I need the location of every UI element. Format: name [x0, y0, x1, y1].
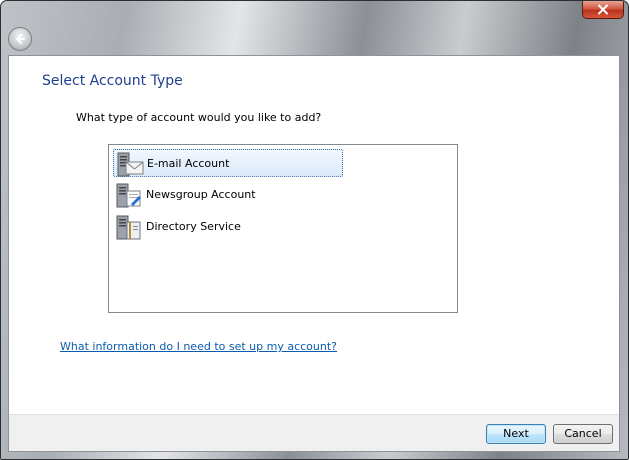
- directory-server-icon: [115, 214, 145, 242]
- email-server-icon: [116, 151, 146, 179]
- back-button[interactable]: [8, 27, 32, 51]
- list-item-newsgroup-account[interactable]: Newsgroup Account: [113, 181, 343, 209]
- page-title: Select Account Type: [42, 73, 183, 89]
- cancel-button[interactable]: Cancel: [553, 424, 613, 444]
- list-item-directory-service[interactable]: Directory Service: [113, 213, 343, 241]
- newsgroup-server-icon: [115, 182, 145, 210]
- button-bar: Next Cancel: [9, 414, 619, 451]
- list-item-label: Newsgroup Account: [146, 188, 256, 201]
- next-button[interactable]: Next: [486, 424, 546, 444]
- dialog-window: Select Account Type What type of account…: [0, 0, 629, 460]
- list-item-label: E-mail Account: [147, 157, 230, 170]
- account-type-question: What type of account would you like to a…: [76, 111, 322, 124]
- list-item-email-account[interactable]: E-mail Account: [113, 149, 343, 177]
- account-type-list[interactable]: E-mail Account Newsgroup Account Directo…: [108, 144, 458, 313]
- list-item-label: Directory Service: [146, 220, 241, 233]
- title-bar: [1, 1, 628, 55]
- dialog-content: Select Account Type What type of account…: [8, 55, 620, 452]
- close-button[interactable]: [582, 1, 624, 19]
- setup-info-link[interactable]: What information do I need to set up my …: [60, 340, 337, 353]
